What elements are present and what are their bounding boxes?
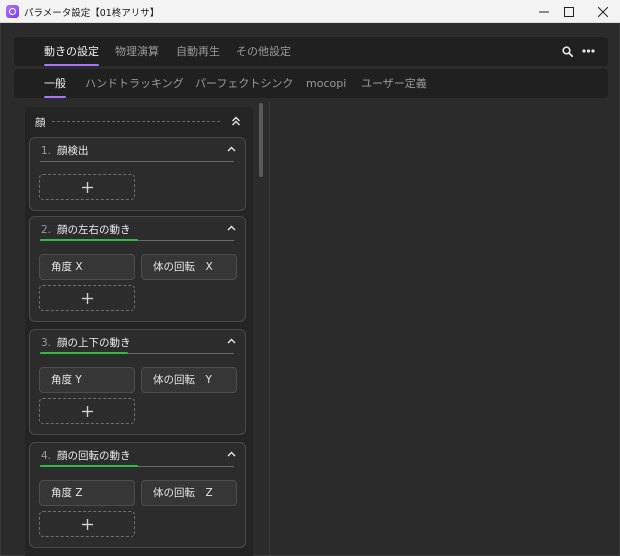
parameter-chip[interactable]: 体の回転 Y <box>141 367 237 393</box>
more-button[interactable] <box>581 44 595 58</box>
card-number: 4. <box>41 450 52 462</box>
parameter-chip[interactable]: 角度 X <box>39 254 135 280</box>
card-number: 2. <box>41 224 52 236</box>
tab-mocopi[interactable]: mocopi <box>306 69 346 98</box>
card-label: 顔検出 <box>57 145 89 157</box>
collapse-card-button[interactable] <box>225 335 237 347</box>
tab-physics[interactable]: 物理演算 <box>115 37 159 66</box>
motion-card: 3. 顔の上下の動き 角度 Y 体の回転 Y <box>29 329 246 435</box>
card-header[interactable]: 2. 顔の左右の動き <box>30 217 245 239</box>
tab-hand-tracking[interactable]: ハンドトラッキング <box>85 69 184 98</box>
parameter-chip[interactable]: 角度 Z <box>39 480 135 506</box>
search-icon <box>561 45 573 57</box>
collapse-all-button[interactable] <box>229 114 243 128</box>
card-title: 1. 顔検出 <box>41 143 89 158</box>
plus-icon <box>81 518 93 530</box>
close-button[interactable] <box>588 0 618 23</box>
add-parameter-button[interactable] <box>39 174 135 200</box>
card-header[interactable]: 1. 顔検出 <box>30 138 245 160</box>
tab-autoplay[interactable]: 自動再生 <box>176 37 220 66</box>
chevron-up-icon <box>227 146 235 152</box>
window-content: 動きの設定 物理演算 自動再生 その他設定 一般 ハンドトラッキング パーフェク… <box>0 23 620 556</box>
card-header[interactable]: 4. 顔の回転の動き <box>30 443 245 465</box>
active-indicator <box>40 465 138 467</box>
parameter-chip[interactable]: 角度 Y <box>39 367 135 393</box>
double-chevron-up-icon <box>232 116 240 126</box>
motion-card: 1. 顔検出 <box>29 137 246 211</box>
chevron-up-icon <box>227 338 235 344</box>
collapse-card-button[interactable] <box>225 222 237 234</box>
tab-user-defined[interactable]: ユーザー定義 <box>361 69 427 98</box>
minimize-icon <box>539 11 549 12</box>
motion-card: 4. 顔の回転の動き 角度 Z 体の回転 Z <box>29 442 246 548</box>
tab-motion-settings[interactable]: 動きの設定 <box>44 37 99 66</box>
active-indicator <box>40 352 128 354</box>
collapse-card-button[interactable] <box>225 143 237 155</box>
add-parameter-button[interactable] <box>39 285 135 311</box>
plus-icon <box>81 405 93 417</box>
parameter-chip[interactable]: 体の回転 Z <box>141 480 237 506</box>
chevron-up-icon <box>227 225 235 231</box>
panel-title: 顔 <box>35 117 46 129</box>
close-icon <box>598 6 608 17</box>
card-title: 2. 顔の左右の動き <box>41 222 131 237</box>
search-button[interactable] <box>560 44 574 58</box>
pane-divider <box>269 101 270 556</box>
add-parameter-button[interactable] <box>39 398 135 424</box>
panel-header[interactable]: 顔 <box>25 107 253 135</box>
motion-card: 2. 顔の左右の動き 角度 X 体の回転 X <box>29 216 246 322</box>
tab-perfect-sync[interactable]: パーフェクトシンク <box>195 69 293 98</box>
panel-scrollbar[interactable] <box>259 103 263 177</box>
main-tab-bar: 動きの設定 物理演算 自動再生 その他設定 <box>14 37 608 66</box>
chevron-up-icon <box>227 451 235 457</box>
card-title: 3. 顔の上下の動き <box>41 335 131 350</box>
card-divider <box>40 161 234 162</box>
app-icon <box>6 5 19 18</box>
card-header[interactable]: 3. 顔の上下の動き <box>30 330 245 352</box>
card-number: 1. <box>41 145 52 157</box>
plus-icon <box>81 181 93 193</box>
card-label: 顔の上下の動き <box>57 337 131 349</box>
plus-icon <box>81 292 93 304</box>
tab-other-settings[interactable]: その他設定 <box>236 37 291 66</box>
face-panel: 顔 1. 顔検出 2. 顔の左右の動き 角度 X 体の回転 X 3. 顔の上下の… <box>25 107 253 556</box>
card-number: 3. <box>41 337 52 349</box>
tab-general[interactable]: 一般 <box>44 69 66 98</box>
title-bar: パラメータ設定【01柊アリサ】 <box>0 0 620 23</box>
collapse-card-button[interactable] <box>225 448 237 460</box>
card-title: 4. 顔の回転の動き <box>41 448 131 463</box>
card-label: 顔の左右の動き <box>57 224 131 236</box>
parameter-chip[interactable]: 体の回転 X <box>141 254 237 280</box>
active-indicator <box>40 239 138 241</box>
maximize-icon <box>564 6 574 17</box>
card-label: 顔の回転の動き <box>57 450 131 462</box>
maximize-button[interactable] <box>554 0 584 23</box>
more-icon <box>581 49 595 53</box>
add-parameter-button[interactable] <box>39 511 135 537</box>
panel-divider <box>52 121 220 122</box>
sub-tab-bar: 一般 ハンドトラッキング パーフェクトシンク mocopi ユーザー定義 <box>14 69 608 98</box>
window-title: パラメータ設定【01柊アリサ】 <box>24 8 160 19</box>
